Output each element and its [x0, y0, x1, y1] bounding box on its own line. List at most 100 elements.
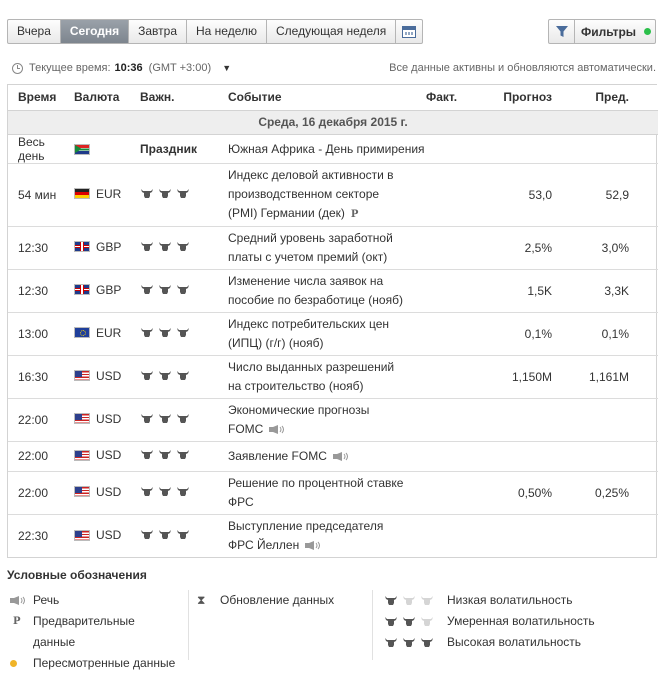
bull-icon [403, 638, 415, 647]
bull-icon [159, 486, 171, 496]
bull-icon [159, 188, 171, 198]
event-name[interactable]: Средний уровень заработной платы с учетом… [228, 226, 426, 270]
event-name[interactable]: Выступление председателя ФРС Йеллен [228, 514, 426, 557]
holiday-label: Праздник [140, 134, 228, 164]
bull-icon [159, 450, 171, 459]
bull-icon [159, 370, 171, 380]
tab-today[interactable]: Сегодня [60, 20, 130, 43]
event-name-line: Решение по процентной ставке [228, 475, 404, 490]
legend-column-3: Низкая волатильность Умеренная волатильн… [372, 590, 612, 660]
event-time: 12:30 [8, 226, 74, 270]
event-name[interactable]: Индекс потребительских цен (ИПЦ) (г/г) (н… [228, 312, 426, 356]
event-actual [426, 471, 476, 515]
header-event: Событие [228, 85, 426, 111]
event-previous: 3,3K [562, 269, 658, 313]
tab-yesterday[interactable]: Вчера [8, 20, 61, 43]
filters-active-indicator [644, 28, 652, 35]
event-forecast: 1,5K [476, 269, 562, 313]
date-range-toolbar: Вчера Сегодня Завтра На неделю Следующая… [7, 19, 424, 44]
us-flag-icon [74, 370, 90, 382]
speaker-icon [332, 451, 348, 461]
event-time: 22:00 [8, 441, 74, 472]
event-currency: EUR [74, 312, 140, 356]
bull-icon [177, 370, 189, 380]
table-row[interactable]: 22:00 USD Решение по процентной ставке ФРС 0… [8, 471, 658, 515]
event-name[interactable]: Заявление FOMC [228, 441, 426, 472]
event-name[interactable]: Индекс деловой активности в производствен… [228, 163, 426, 227]
preliminary-symbol: P [13, 616, 21, 627]
event-name[interactable]: Изменение числа заявок на пособие по безр… [228, 269, 426, 313]
table-row[interactable]: 12:30 GBP Изменение числа заявок на пособие… [8, 269, 658, 313]
event-currency: EUR [74, 163, 140, 227]
bull-icon [141, 284, 153, 294]
holiday-event: Южная Африка - День примирения [228, 134, 658, 164]
us-flag-icon [74, 529, 90, 541]
event-name[interactable]: Число выданных разрешений на строительств… [228, 355, 426, 399]
event-currency: USD [74, 514, 140, 557]
legend-preliminary: P Предварительные данные [7, 611, 185, 653]
event-name[interactable]: Решение по процентной ставке ФРС [228, 471, 426, 515]
table-row[interactable]: 54 мин EUR Индекс деловой активности в прои… [8, 163, 658, 227]
event-forecast: 0,1% [476, 312, 562, 356]
event-forecast: 1,150M [476, 355, 562, 399]
auto-update-status: Все данные активны и обновляются автомат… [389, 62, 656, 74]
holiday-row[interactable]: Весь день Праздник Южная Африка - День п… [8, 134, 658, 164]
table-row[interactable]: 12:30 GBP Средний уровень заработной платы … [8, 226, 658, 270]
event-name-line: Экономические прогнозы [228, 402, 370, 417]
timezone-selector[interactable]: (GMT +3:00) ▼ [149, 62, 231, 74]
filters-label: Фильтры [581, 24, 637, 39]
event-previous: 0,1% [562, 312, 658, 356]
event-forecast [476, 398, 562, 442]
current-time-label: Текущее время: [29, 62, 111, 74]
clock-icon [12, 62, 23, 74]
tab-next-week[interactable]: Следующая неделя [267, 20, 397, 43]
header-forecast: Прогноз [476, 85, 562, 111]
calendar-button[interactable] [396, 20, 422, 43]
event-time: 22:00 [8, 471, 74, 515]
bull-icon [421, 638, 433, 647]
event-name[interactable]: Экономические прогнозы FOMC [228, 398, 426, 442]
legend-preliminary-line2: данные [33, 635, 76, 649]
bull-icon [159, 327, 171, 337]
calendar-icon [402, 25, 417, 38]
legend-medium-label: Умеренная волатильность [447, 614, 595, 628]
date-label: Среда, 16 декабря 2015 г. [8, 110, 658, 135]
tab-tomorrow[interactable]: Завтра [129, 20, 187, 43]
table-row[interactable]: 22:00 USD Заявление FOMC [8, 441, 658, 472]
funnel-icon [549, 20, 575, 43]
table-row[interactable]: 16:30 USD Число выданных разрешений на стро… [8, 355, 658, 399]
medium-volatility-icon [381, 611, 447, 632]
event-name-line: (PMI) Германии (дек) [228, 205, 345, 220]
event-time: 22:30 [18, 528, 49, 543]
table-row[interactable]: 13:00 EUR Индекс потребительских цен (ИПЦ) … [8, 312, 658, 356]
bull-icon [141, 327, 153, 337]
event-time: 54 мин [8, 163, 74, 227]
speaker-icon [305, 541, 321, 551]
bull-icon [385, 617, 397, 626]
event-actual [426, 226, 476, 270]
event-name-line: (ИПЦ) (г/г) (нояб) [228, 335, 324, 350]
event-name-line: производственном секторе [228, 186, 380, 201]
tab-this-week[interactable]: На неделю [187, 20, 267, 43]
bull-icon [159, 241, 171, 251]
table-row[interactable]: 22:30 USD Выступление председателя ФРС Йелл… [8, 514, 658, 557]
event-name-line: Индекс деловой активности в [228, 167, 394, 182]
filters-button[interactable]: Фильтры [548, 19, 656, 44]
us-flag-icon [74, 449, 90, 461]
event-name-line: Число выданных разрешений [228, 359, 395, 374]
event-forecast [476, 441, 562, 472]
bull-icon [141, 413, 153, 423]
event-forecast: 2,5% [476, 226, 562, 270]
event-forecast: 53,0 [476, 163, 562, 227]
currency-code: USD [96, 528, 122, 542]
currency-code: USD [96, 411, 122, 426]
table-row[interactable]: 22:00 USD Экономические прогнозы FOMC [8, 398, 658, 442]
event-currency: GBP [74, 269, 140, 313]
bull-icon [403, 617, 415, 626]
event-time: 12:30 [8, 269, 74, 313]
preliminary-icon: P [7, 611, 33, 632]
event-currency: USD [74, 355, 140, 399]
event-actual [426, 269, 476, 313]
event-importance [140, 312, 228, 356]
event-actual [426, 312, 476, 356]
